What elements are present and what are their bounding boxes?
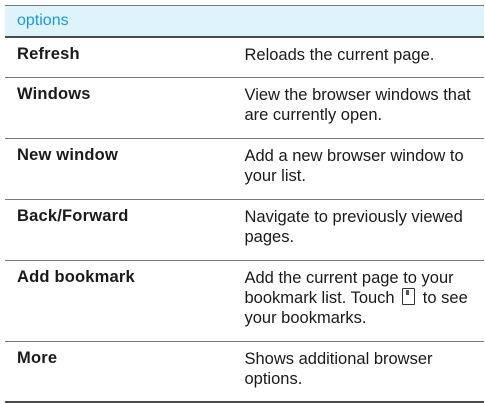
option-name: Add bookmark: [5, 260, 245, 342]
option-description: View the browser windows that are curren…: [244, 77, 484, 139]
option-name: More: [5, 341, 245, 403]
table-row: Windows View the browser windows that ar…: [5, 77, 484, 139]
option-description: Navigate to previously viewed pages.: [244, 199, 484, 261]
option-name: New window: [5, 138, 245, 200]
table-row: More Shows additional browser options.: [5, 341, 484, 403]
option-name: Refresh: [5, 37, 245, 78]
option-description: Reloads the current page.: [244, 37, 484, 78]
table-row: Back/Forward Navigate to previously view…: [5, 199, 484, 261]
option-description: Shows additional browser options.: [244, 341, 484, 403]
table-header-row: options: [5, 5, 484, 38]
table-header-title: options: [5, 5, 484, 38]
option-name: Windows: [5, 77, 245, 139]
option-name: Back/Forward: [5, 199, 245, 261]
table-row: New window Add a new browser window to y…: [5, 138, 484, 200]
option-description: Add a new browser window to your list.: [244, 138, 484, 200]
bookmark-icon: [402, 288, 416, 305]
options-table: options Refresh Reloads the current page…: [5, 5, 484, 403]
table-row: Add bookmark Add the current page to you…: [5, 260, 484, 342]
option-description: Add the current page to your bookmark li…: [244, 260, 484, 342]
table-row: Refresh Reloads the current page.: [5, 37, 484, 78]
